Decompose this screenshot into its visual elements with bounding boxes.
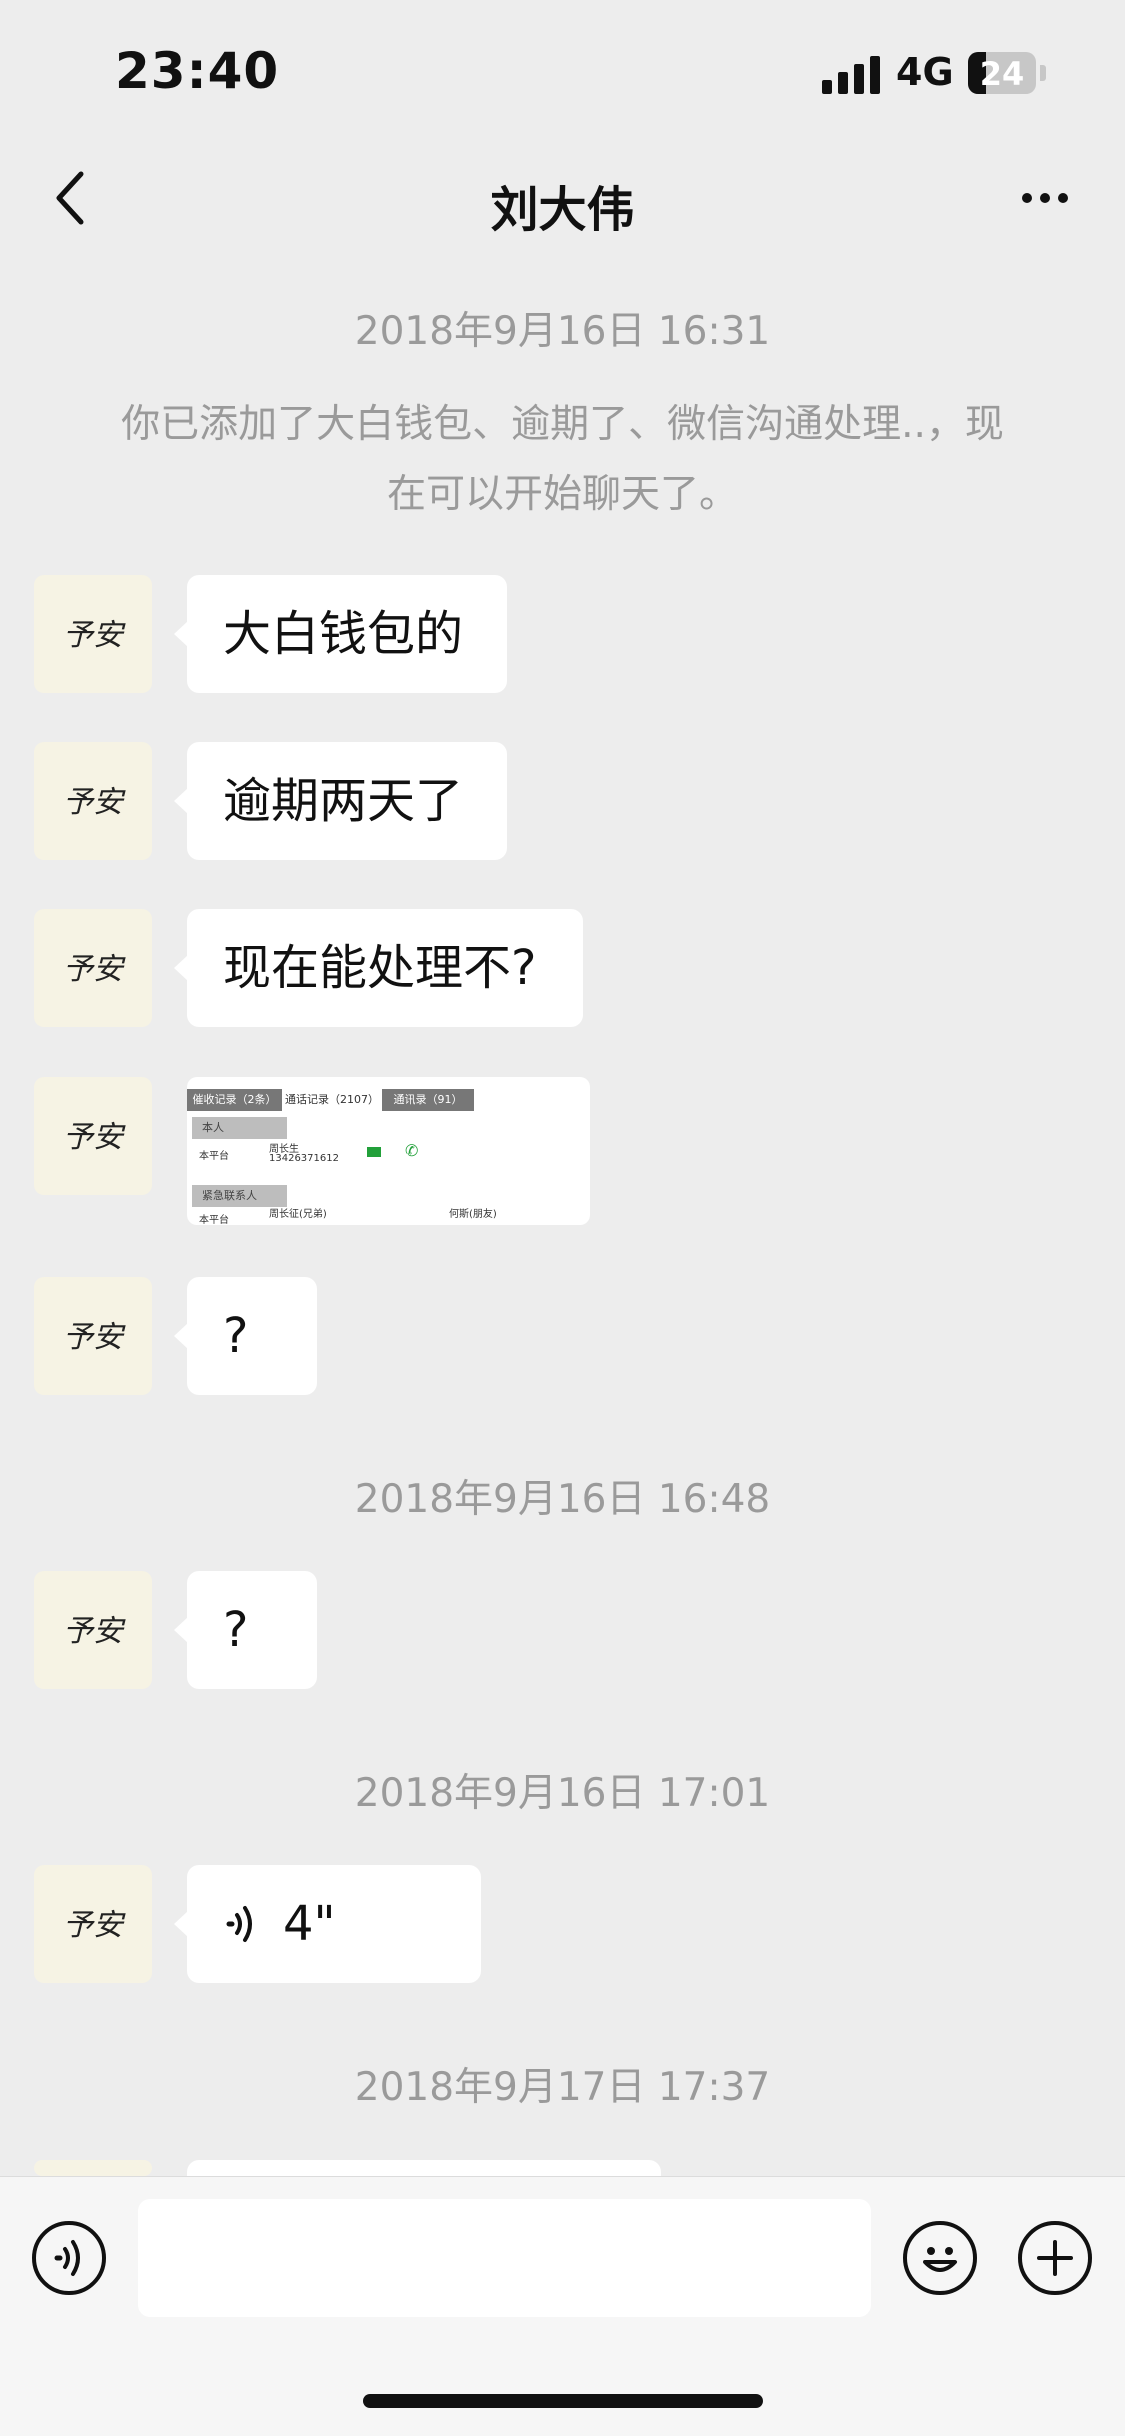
network-type: 4G	[896, 50, 954, 94]
message-bubble[interactable]: 逾期两天了	[174, 742, 507, 860]
voice-icon	[54, 2240, 80, 2276]
svg-text:予安: 予安	[63, 785, 126, 820]
chat-title: 刘大伟	[490, 182, 635, 238]
mail-icon	[367, 1147, 381, 1157]
svg-text:予安: 予安	[63, 1120, 126, 1155]
signal-icon	[822, 56, 880, 94]
image-tabs: 催收记录（2条） 通话记录（2107） 通讯录（91）	[187, 1089, 590, 1111]
message-bubble[interactable]: ?	[174, 1571, 317, 1689]
timestamp: 2018年9月16日 16:31	[354, 309, 771, 354]
plus-icon	[1037, 2240, 1073, 2276]
avatar[interactable]: 予安	[34, 1277, 152, 1395]
avatar[interactable]: 予安	[34, 575, 152, 693]
nav-bar: 刘大伟	[0, 140, 1125, 260]
voice-toggle-button[interactable]	[32, 2221, 106, 2295]
timestamp: 2018年9月16日 17:01	[354, 1771, 771, 1816]
message-bubble[interactable]: ?	[174, 1277, 317, 1395]
avatar[interactable]	[34, 2160, 152, 2176]
avatar[interactable]: 予安	[34, 1571, 152, 1689]
voice-duration: 4"	[283, 1896, 336, 1952]
emoji-button[interactable]	[903, 2221, 977, 2295]
battery-level: 24	[979, 55, 1025, 93]
voice-message[interactable]: 4"	[174, 1865, 481, 1983]
svg-text:予安: 予安	[63, 1908, 126, 1943]
avatar-calligraphy: 予安	[63, 618, 126, 653]
svg-text:予安: 予安	[63, 952, 126, 987]
avatar[interactable]: 予安	[34, 1865, 152, 1983]
battery-icon: 24	[968, 52, 1036, 94]
svg-text:予安: 予安	[63, 1320, 126, 1355]
emoji-icon	[923, 2247, 957, 2272]
avatar[interactable]: 予安	[34, 1077, 152, 1195]
more-button[interactable]	[1010, 168, 1080, 228]
image-message[interactable]: 催收记录（2条） 通话记录（2107） 通讯录（91） 本人 本平台 周长生 1…	[187, 1077, 590, 1225]
voice-icon	[226, 1906, 252, 1942]
ellipsis-icon	[1022, 193, 1032, 203]
chevron-left-icon	[56, 171, 84, 225]
svg-text:予安: 予安	[63, 1614, 126, 1649]
message-bubble[interactable]: 现在能处理不?	[174, 909, 583, 1027]
timestamp: 2018年9月17日 17:37	[354, 2065, 771, 2110]
home-indicator[interactable]	[363, 2394, 763, 2408]
plus-button[interactable]	[1018, 2221, 1092, 2295]
status-bar: 23:40 4G 24	[0, 0, 1125, 140]
message-input[interactable]	[138, 2199, 871, 2317]
avatar[interactable]: 予安	[34, 909, 152, 1027]
svg-text:予安: 予安	[63, 618, 126, 653]
system-message-line: 在可以开始聊天了。	[386, 472, 738, 517]
battery-cap	[1040, 65, 1046, 81]
message-bubble-partial[interactable]	[187, 2160, 661, 2176]
status-time: 23:40	[115, 42, 280, 100]
timestamp: 2018年9月16日 16:48	[354, 1477, 771, 1522]
message-bubble[interactable]: 大白钱包的	[174, 575, 507, 693]
avatar[interactable]: 予安	[34, 742, 152, 860]
back-button[interactable]	[40, 168, 100, 228]
phone-icon: ✆	[405, 1141, 419, 1160]
system-message-line: 你已添加了大白钱包、逾期了、微信沟通处理..，现	[121, 402, 1004, 447]
